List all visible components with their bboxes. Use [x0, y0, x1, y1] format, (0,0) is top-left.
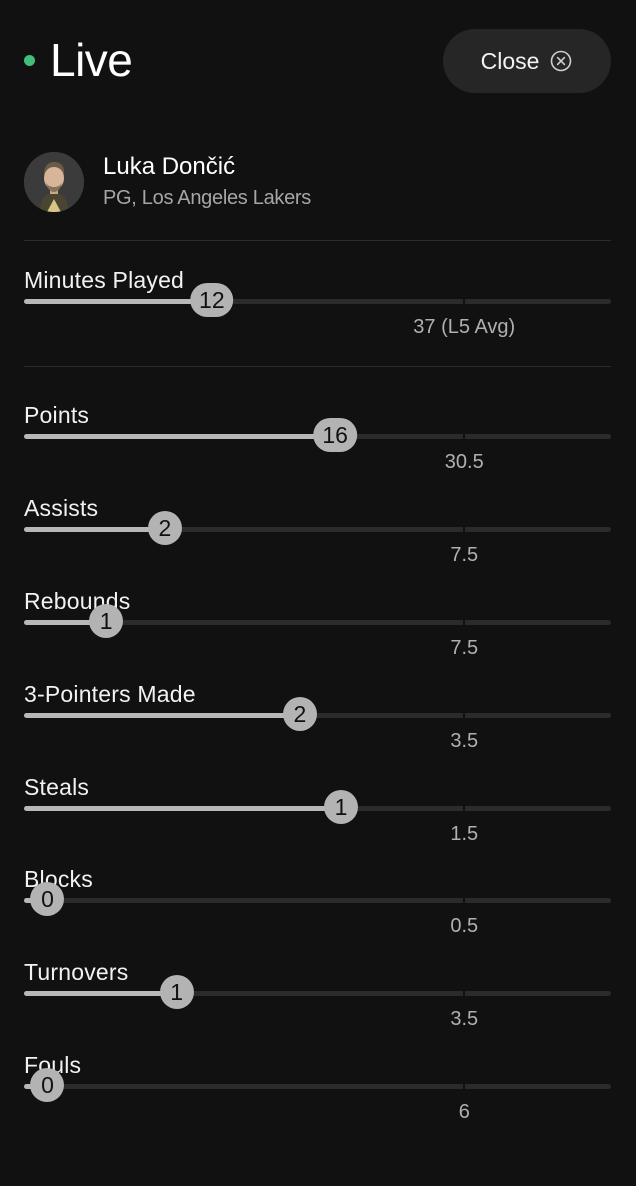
line-value-label: 1.5 [450, 823, 479, 845]
player-avatar [24, 152, 84, 212]
progress-track [24, 894, 611, 907]
line-value-label: 7.5 [450, 544, 479, 566]
progress-track [24, 523, 611, 536]
current-value-pill: 0 [30, 882, 65, 916]
line-marker-tick [463, 295, 466, 308]
line-marker-tick [463, 430, 466, 443]
close-button[interactable]: Close [443, 29, 611, 93]
line-value-label: 6 [458, 1101, 470, 1123]
progress-fill [24, 991, 177, 996]
line-value-label: 7.5 [450, 637, 479, 659]
current-value-pill: 2 [147, 511, 182, 545]
player-name: Luka Dončić [103, 153, 236, 180]
circle-x-icon [549, 49, 573, 73]
live-indicator-dot [24, 55, 35, 66]
progress-track [24, 987, 611, 1000]
progress-fill [24, 299, 212, 304]
stat-row-assists: Assists 2 7.5 [0, 494, 636, 584]
current-value-pill: 1 [159, 975, 194, 1009]
stat-row-fouls: Fouls 0 6 [0, 1051, 636, 1141]
line-value-label: 3.5 [450, 1008, 479, 1030]
line-value-label: 0.5 [450, 915, 479, 937]
stat-label: 3-Pointers Made [24, 681, 196, 707]
progress-fill [24, 434, 336, 439]
live-title: Live [50, 34, 133, 86]
line-marker-tick [463, 1080, 466, 1093]
line-value-label: 30.5 [444, 451, 484, 473]
progress-fill [24, 806, 341, 811]
line-marker-tick [463, 709, 466, 722]
stat-row-rebounds: Rebounds 1 7.5 [0, 587, 636, 677]
divider [24, 240, 611, 241]
current-value-pill: 0 [30, 1068, 65, 1102]
progress-track [24, 802, 611, 815]
line-marker-tick [463, 987, 466, 1000]
progress-track [24, 1080, 611, 1093]
stat-row-steals: Steals 1 1.5 [0, 773, 636, 863]
line-marker-tick [463, 523, 466, 536]
player-position-team: PG, Los Angeles Lakers [103, 187, 311, 209]
stat-label: Assists [24, 495, 99, 521]
close-button-label: Close [480, 47, 540, 74]
line-marker-tick [463, 616, 466, 629]
progress-fill [24, 527, 165, 532]
stat-label: Minutes Played [24, 267, 185, 293]
line-marker-tick [463, 802, 466, 815]
line-marker-tick [463, 894, 466, 907]
line-value-label: 3.5 [450, 730, 479, 752]
current-value-pill: 1 [323, 790, 358, 824]
progress-fill [24, 713, 300, 718]
current-value-pill: 12 [190, 283, 234, 317]
player-card: Luka Dončić PG, Los Angeles Lakers [0, 140, 636, 240]
stat-label: Points [24, 402, 90, 428]
divider [24, 366, 611, 367]
line-value-label: 37 (L5 Avg) [413, 316, 516, 338]
current-value-pill: 2 [282, 697, 317, 731]
stat-label: Steals [24, 774, 90, 800]
stat-label: Turnovers [24, 959, 129, 985]
progress-track [24, 709, 611, 722]
stat-row-threes: 3-Pointers Made 2 3.5 [0, 680, 636, 770]
stat-row-blocks: Blocks 0 0.5 [0, 865, 636, 955]
current-value-pill: 1 [89, 604, 124, 638]
current-value-pill: 16 [313, 418, 357, 452]
stat-row-turnovers: Turnovers 1 3.5 [0, 958, 636, 1048]
progress-track [24, 295, 611, 308]
header: Live Close [0, 0, 636, 120]
stat-row-minutes: Minutes Played 12 37 (L5 Avg) [0, 266, 636, 356]
stat-row-points: Points 16 30.5 [0, 401, 636, 491]
